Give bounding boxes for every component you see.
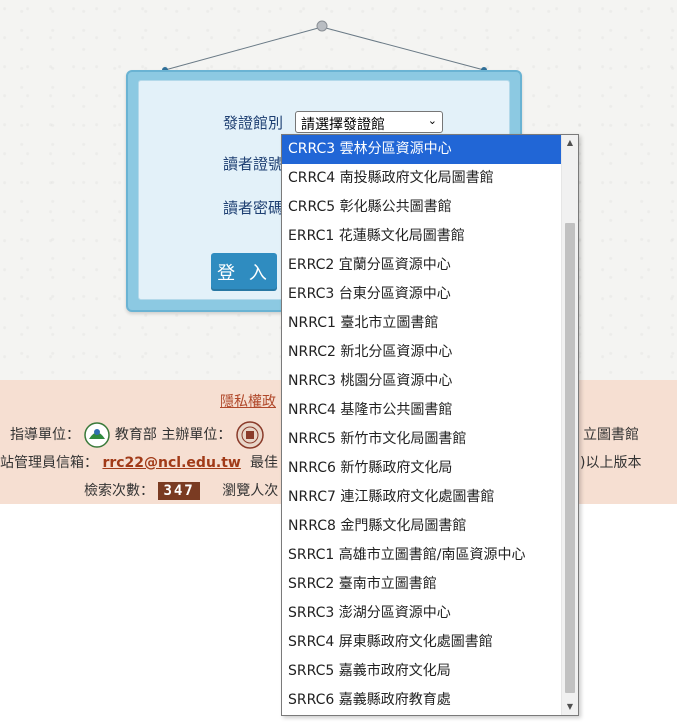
dropdown-option[interactable]: NRRC3 桃園分區資源中心 <box>282 367 562 396</box>
dropdown-option[interactable]: NRRC6 新竹縣政府文化局 <box>282 454 562 483</box>
guide-unit-label: 指導單位： <box>10 427 80 443</box>
login-button[interactable]: 登 入 <box>211 253 277 291</box>
dropdown-option[interactable]: CRRC3 雲林分區資源中心 <box>282 135 562 164</box>
dropdown-option[interactable]: SRRC3 澎湖分區資源中心 <box>282 599 562 628</box>
dropdown-option[interactable]: NRRC1 臺北市立圖書館 <box>282 309 562 338</box>
admin-email-row: 站管理員信箱： rrc22@ncl.edu.tw <box>0 452 241 472</box>
dropdown-scrollbar[interactable]: ▲ ▼ <box>561 135 578 715</box>
branch-label: 發證館別 <box>223 114 284 132</box>
reader-id-label: 讀者證號 <box>223 155 284 173</box>
dropdown-option[interactable]: SRRC4 屏東縣政府文化處圖書館 <box>282 628 562 657</box>
dropdown-option[interactable]: NRRC2 新北分區資源中心 <box>282 338 562 367</box>
dropdown-option[interactable]: NRRC4 基隆市公共圖書館 <box>282 396 562 425</box>
branch-select[interactable]: 請選擇發證館 ⌄ <box>295 111 443 133</box>
dropdown-options: CRRC3 雲林分區資源中心 CRRC4 南投縣政府文化局圖書館 CRRC5 彰化縣… <box>282 135 562 715</box>
dropdown-option[interactable]: CRRC4 南投縣政府文化局圖書館 <box>282 164 562 193</box>
hanging-wire <box>162 20 487 73</box>
organizer-row: 指導單位： 教育部 主辦單位： <box>10 421 264 449</box>
chevron-down-icon: ⌄ <box>427 114 437 127</box>
dropdown-option[interactable]: SRRC1 高雄市立圖書館/南區資源中心 <box>282 541 562 570</box>
dropdown-option[interactable]: NRRC8 金門縣文化局圖書館 <box>282 512 562 541</box>
host-seal-icon <box>236 421 264 449</box>
dropdown-option[interactable]: ERRC2 宜蘭分區資源中心 <box>282 251 562 280</box>
branch-select-value: 請選擇發證館 <box>301 117 385 133</box>
dropdown-option[interactable]: ERRC1 花蓮縣文化局圖書館 <box>282 222 562 251</box>
dropdown-option[interactable]: SRRC5 嘉義市政府文化局 <box>282 657 562 686</box>
visitor-label: 瀏覽人次 <box>222 483 279 499</box>
stats-row: 檢索次數： 347 瀏覽人次 <box>84 480 278 500</box>
moe-name: 教育部 <box>114 427 157 443</box>
dropdown-option[interactable]: SRRC2 臺南市立圖書館 <box>282 570 562 599</box>
dropdown-option[interactable]: SRRC6 嘉義縣政府教育處 <box>282 686 562 715</box>
moe-logo-icon <box>84 422 111 448</box>
admin-email-label: 站管理員信箱： <box>0 455 98 471</box>
branch-dropdown-list[interactable]: CRRC3 雲林分區資源中心 CRRC4 南投縣政府文化局圖書館 CRRC5 彰化縣… <box>281 134 579 716</box>
dropdown-option[interactable]: NRRC7 連江縣政府文化處圖書館 <box>282 483 562 512</box>
host-library-fragment: 立圖書館 <box>583 427 639 443</box>
dropdown-option[interactable]: CRRC5 彰化縣公共圖書館 <box>282 193 562 222</box>
dropdown-option[interactable]: ERRC3 台東分區資源中心 <box>282 280 562 309</box>
scroll-thumb[interactable] <box>565 223 575 693</box>
version-hint: )以上版本 <box>580 455 642 471</box>
dropdown-option[interactable]: NRRC5 新竹市文化局圖書館 <box>282 425 562 454</box>
search-count: 347 <box>158 482 200 500</box>
scroll-down-arrow-icon[interactable]: ▼ <box>562 699 578 715</box>
browser-hint: 最佳 <box>250 455 278 471</box>
scroll-up-arrow-icon[interactable]: ▲ <box>562 135 578 151</box>
password-label: 讀者密碼 <box>223 199 284 217</box>
admin-email-link[interactable]: rrc22@ncl.edu.tw <box>102 455 240 471</box>
privacy-policy-link[interactable]: 隱私權政 <box>220 391 276 411</box>
search-count-label: 檢索次數： <box>84 483 154 499</box>
host-unit-label: 主辦單位： <box>161 427 232 443</box>
